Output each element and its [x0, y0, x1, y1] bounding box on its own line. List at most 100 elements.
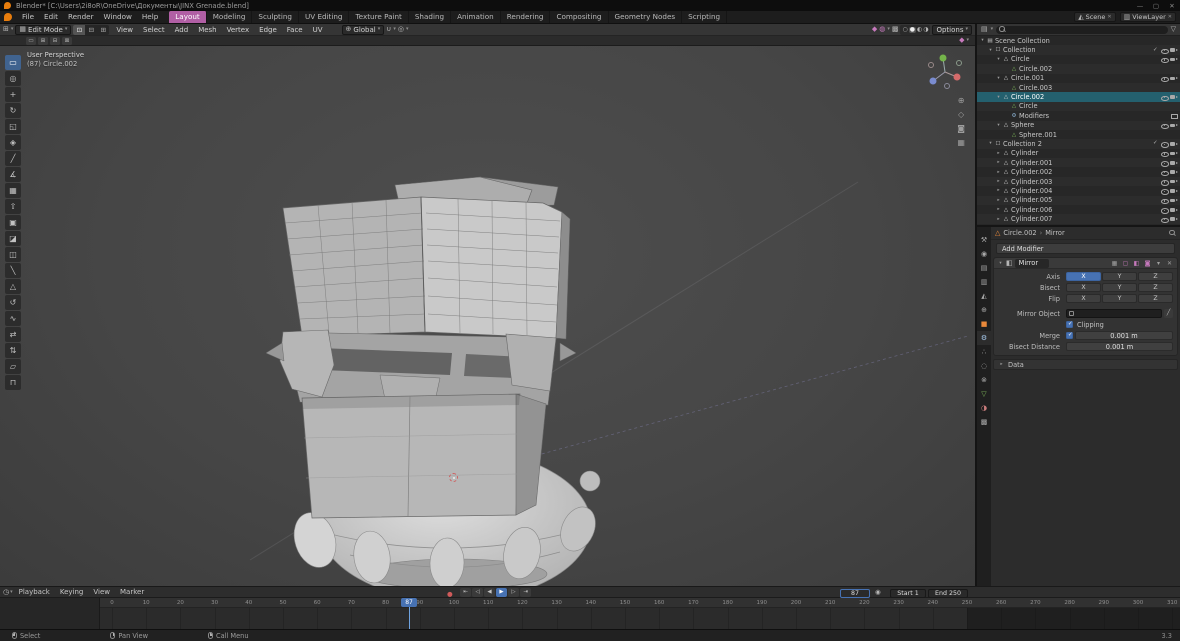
breadcrumb-object[interactable]: Circle.002: [1003, 229, 1036, 237]
auto-keying-button[interactable]: ●: [447, 590, 453, 598]
outliner-row-cylinder-003[interactable]: ▸ △ Cylinder.003: [977, 177, 1180, 186]
proportional-dropdown-icon[interactable]: ▾: [406, 27, 409, 32]
tool-smooth[interactable]: ∿: [5, 311, 21, 326]
proportional-editing-icon[interactable]: ◎: [398, 26, 404, 33]
minimize-button[interactable]: —: [1132, 2, 1148, 10]
vertex-select-button[interactable]: ⊡: [73, 24, 86, 35]
hide-viewport-icon[interactable]: [1161, 94, 1169, 102]
edge-select-button[interactable]: ⊟: [85, 25, 97, 35]
timeline-tracks[interactable]: 0 10 20 30 40 50 60 70 80 90 100 110 120 130 140 150 160…: [100, 598, 1180, 629]
properties-tab-object[interactable]: ■: [977, 317, 991, 331]
modifier-extras-icon[interactable]: ▾: [1154, 260, 1163, 267]
outliner-row-circle[interactable]: △ Circle: [977, 102, 1180, 111]
tool-shrink-fatten[interactable]: ⇅: [5, 343, 21, 358]
close-button[interactable]: ✕: [1164, 2, 1180, 10]
hide-viewport-icon[interactable]: [1161, 47, 1169, 55]
disclosure-down-icon[interactable]: ▾: [987, 141, 994, 146]
exclude-checkbox[interactable]: [1152, 47, 1159, 54]
disable-render-icon[interactable]: [1170, 197, 1178, 204]
filter-icon[interactable]: ▽: [1171, 26, 1176, 33]
modifier-header[interactable]: ▾ ◧ Mirror ▦ ▢ ◧ ◙ ▾ ✕: [994, 258, 1177, 269]
disclosure-right-icon[interactable]: ▸: [995, 207, 1002, 212]
properties-tab-tool[interactable]: ⚒: [977, 233, 991, 247]
outliner-row-circle-001[interactable]: ▾ △ Circle.001: [977, 74, 1180, 83]
menu-file[interactable]: File: [17, 11, 39, 23]
axis-x-button[interactable]: X: [1066, 272, 1101, 281]
unlink-view-layer-icon[interactable]: ✕: [1168, 14, 1172, 20]
axis-z-button[interactable]: Z: [1138, 294, 1173, 303]
hide-viewport-icon[interactable]: [1161, 197, 1169, 205]
properties-search-icon[interactable]: [1169, 229, 1176, 237]
disclosure-right-icon[interactable]: ▸: [995, 188, 1002, 193]
orientation-dropdown[interactable]: ⊕ Global ▾: [341, 24, 385, 35]
xray-toggle-icon[interactable]: ▩: [892, 26, 899, 33]
workspace-tab-layout[interactable]: Layout: [169, 11, 207, 23]
menu-edge[interactable]: Edge: [254, 24, 282, 36]
tool-spin[interactable]: ↺: [5, 295, 21, 310]
shading-rendered-icon[interactable]: ◑: [923, 26, 928, 33]
axis-z-button[interactable]: Z: [1138, 283, 1173, 292]
data-expand-icon[interactable]: ▸: [998, 362, 1005, 367]
menu-help[interactable]: Help: [137, 11, 163, 23]
hide-viewport-icon[interactable]: [1161, 178, 1169, 186]
disable-render-icon[interactable]: [1170, 206, 1178, 213]
menu-view[interactable]: View: [88, 586, 115, 598]
workspace-tab-animation[interactable]: Animation: [451, 11, 501, 23]
face-select-button[interactable]: ⊞: [97, 25, 109, 35]
menu-edit[interactable]: Edit: [39, 11, 63, 23]
tool-scale[interactable]: ◱: [5, 119, 21, 134]
select-subtract-icon[interactable]: ⊟: [50, 36, 60, 45]
properties-tab-physics[interactable]: ◌: [977, 359, 991, 373]
axis-z-button[interactable]: Z: [1138, 272, 1173, 281]
properties-tab-view-layer[interactable]: ▥: [977, 275, 991, 289]
outliner-row-circle[interactable]: ▾ △ Circle: [977, 55, 1180, 64]
properties-tab-output[interactable]: ▤: [977, 261, 991, 275]
menu-render[interactable]: Render: [63, 11, 99, 23]
tool-poly-build[interactable]: △: [5, 279, 21, 294]
maximize-button[interactable]: ▢: [1148, 2, 1164, 10]
properties-tab-material[interactable]: ◑: [977, 401, 991, 415]
hide-viewport-icon[interactable]: [1161, 140, 1169, 148]
tool-dropdown-icon[interactable]: ▾: [966, 38, 969, 43]
snap-dropdown-icon[interactable]: ▾: [393, 27, 396, 32]
outliner-row-sphere[interactable]: ▾ △ Sphere: [977, 121, 1180, 130]
add-modifier-button[interactable]: Add Modifier: [996, 243, 1175, 254]
tool-rotate[interactable]: ↻: [5, 103, 21, 118]
editor-type-icon[interactable]: ⊞: [3, 26, 9, 33]
perspective-toggle-icon[interactable]: ▦: [957, 138, 965, 147]
outliner-row-circle-002[interactable]: ▾ △ Circle.002: [977, 92, 1180, 102]
properties-tab-object-data[interactable]: ▽: [977, 387, 991, 401]
hide-viewport-icon[interactable]: [1161, 75, 1169, 83]
disclosure-right-icon[interactable]: ▸: [995, 160, 1002, 165]
disable-render-icon[interactable]: [1170, 187, 1178, 194]
timeline-channel-box[interactable]: [0, 598, 100, 629]
hide-viewport-icon[interactable]: [1161, 122, 1169, 130]
menu-marker[interactable]: Marker: [115, 586, 149, 598]
disable-render-icon[interactable]: [1170, 47, 1178, 54]
modifier-name-field[interactable]: Mirror: [1014, 258, 1049, 268]
data-subpanel[interactable]: ▸ Data: [993, 359, 1178, 370]
outliner-row-cylinder-006[interactable]: ▸ △ Cylinder.006: [977, 205, 1180, 214]
outliner-row-cylinder-005[interactable]: ▸ △ Cylinder.005: [977, 196, 1180, 205]
tool-annotate[interactable]: ╱: [5, 151, 21, 166]
hide-viewport-icon[interactable]: [1161, 150, 1169, 158]
mode-dropdown[interactable]: ▦ Edit Mode ▾: [15, 24, 72, 35]
tool-measure[interactable]: ∡: [5, 167, 21, 182]
editor-type-dropdown-icon[interactable]: ▾: [11, 27, 14, 32]
hide-viewport-icon[interactable]: [1161, 169, 1169, 177]
axis-x-button[interactable]: X: [1066, 283, 1101, 292]
shading-material-icon[interactable]: ◐: [917, 26, 922, 33]
properties-tab-constraints[interactable]: ⊗: [977, 373, 991, 387]
select-extend-icon[interactable]: ⊞: [38, 36, 48, 45]
disclosure-right-icon[interactable]: ▸: [995, 170, 1002, 175]
tool-knife[interactable]: ╲: [5, 263, 21, 278]
outliner-editor-icon[interactable]: ▤: [981, 26, 988, 33]
properties-tab-particles[interactable]: ∴: [977, 345, 991, 359]
tool-shear[interactable]: ▱: [5, 359, 21, 374]
tool-add-cube[interactable]: ▦: [5, 183, 21, 198]
outliner-row-modifiers[interactable]: ⚙ Modifiers: [977, 111, 1180, 120]
tool-move[interactable]: +: [5, 87, 21, 102]
disclosure-down-icon[interactable]: ▾: [995, 95, 1002, 100]
transport-jump-end-button[interactable]: ⇥: [520, 588, 531, 597]
disable-render-icon[interactable]: [1170, 94, 1178, 101]
